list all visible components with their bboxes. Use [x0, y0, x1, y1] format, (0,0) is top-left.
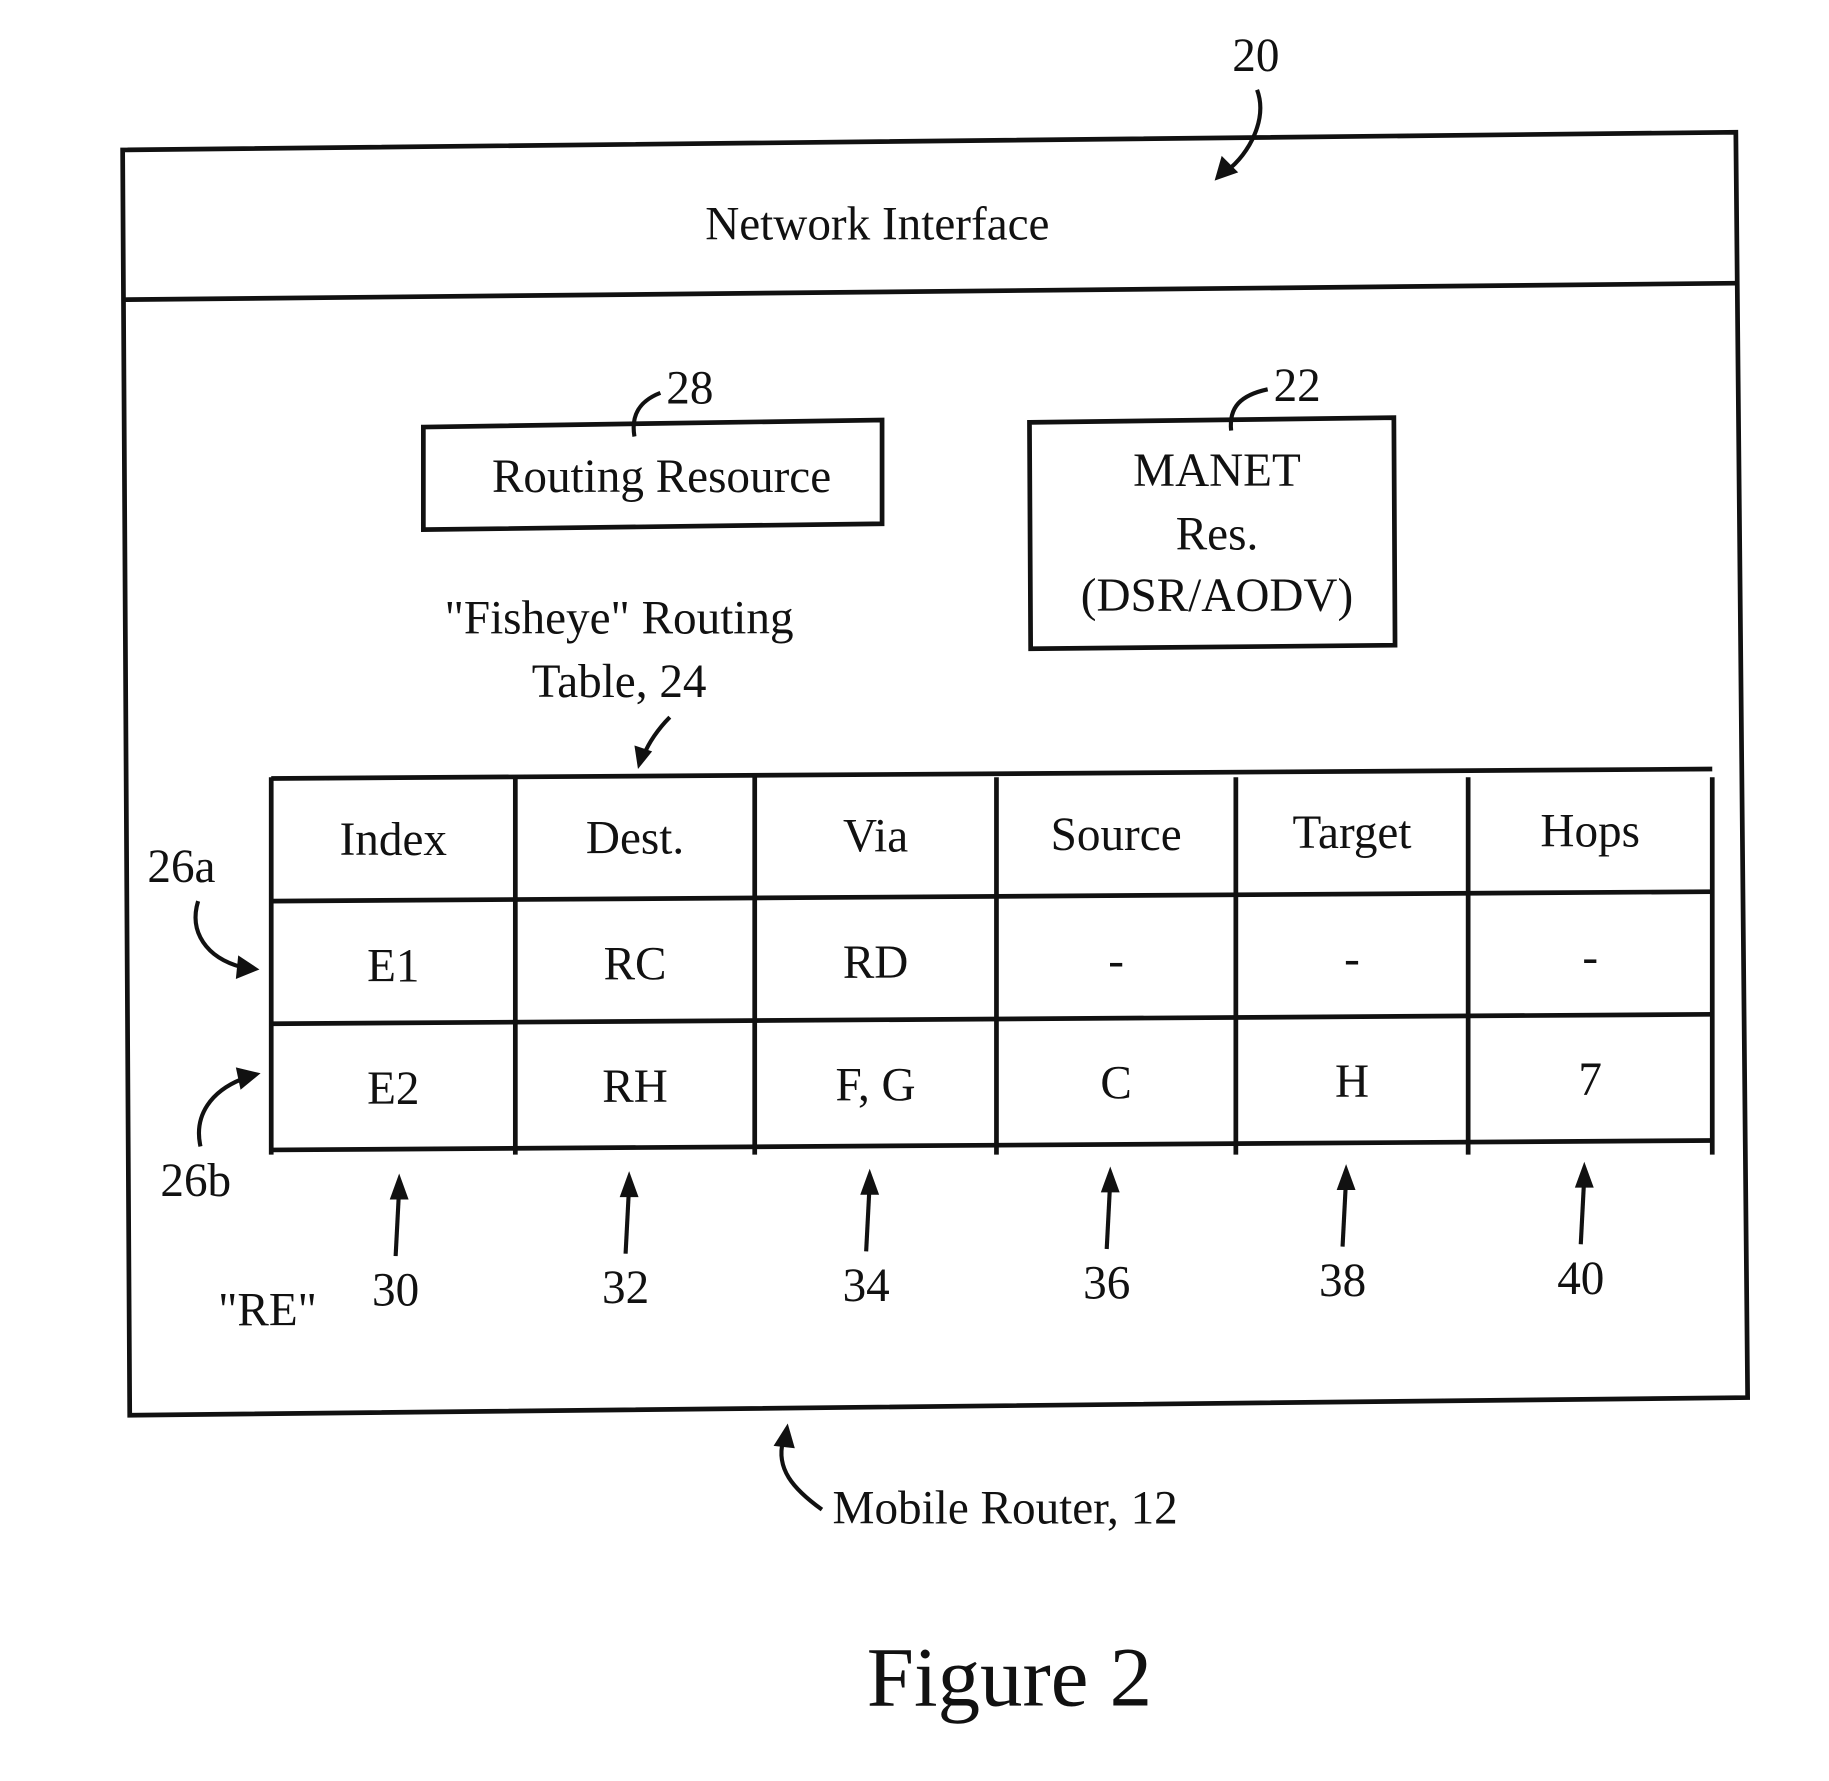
- routing-table-text: Index Dest. Via Source Target Hops E1 RC RD - - - E2…: [340, 805, 1640, 1115]
- ref-20-arrow: [1225, 89, 1263, 173]
- column-ref-arrowhead: [1574, 1161, 1594, 1188]
- table-hline: [271, 1138, 1713, 1153]
- manet-line-1: MANET: [1133, 445, 1301, 497]
- column-ref-label: 30: [372, 1265, 419, 1317]
- ref-28: 28: [666, 362, 713, 414]
- column-ref-arrowhead: [860, 1168, 880, 1195]
- routing-table-arrow: [641, 715, 672, 756]
- table-cell: C: [1100, 1058, 1131, 1110]
- column-ref-arrowhead: [619, 1171, 639, 1198]
- column-ref-arrowhead: [389, 1173, 409, 1200]
- table-cell: 7: [1578, 1054, 1602, 1106]
- ref-26a: 26a: [147, 841, 215, 893]
- table-hline: [271, 766, 1713, 781]
- table-header-cell: Hops: [1540, 805, 1640, 857]
- network-interface-label: Network Interface: [705, 199, 1049, 251]
- table-header-cell: Target: [1293, 807, 1412, 859]
- table-cell: -: [1344, 933, 1360, 985]
- ref-26a-arrowhead: [235, 955, 260, 979]
- mobile-router-arrowhead: [773, 1423, 795, 1449]
- ref-26a-arrow: [193, 900, 243, 970]
- mobile-router-label: Mobile Router, 12: [833, 1483, 1178, 1535]
- table-cell: H: [1335, 1056, 1369, 1108]
- table-cell: F, G: [836, 1059, 916, 1111]
- routing-table-arrowhead: [634, 745, 653, 770]
- table-cell: RC: [604, 939, 667, 991]
- routing-table-caption-2: Table, 24: [532, 656, 707, 708]
- table-cell: RH: [602, 1061, 668, 1113]
- ref-26b-arrow: [197, 1077, 243, 1147]
- table-header-cell: Via: [843, 811, 908, 863]
- manet-line-2: Res.: [1176, 509, 1259, 561]
- patent-figure: 20 Network Interface Routing Resource 28…: [120, 30, 1751, 1724]
- table-hline: [271, 1011, 1713, 1027]
- column-ref-label: 32: [602, 1262, 649, 1314]
- re-label: "RE": [218, 1285, 317, 1337]
- table-header-cell: Source: [1051, 809, 1182, 861]
- ref-22-leader: [1228, 387, 1269, 431]
- routing-table-caption-1: "Fisheye" Routing: [445, 592, 794, 644]
- ref-26b-arrowhead: [235, 1067, 261, 1090]
- column-ref-arrowhead: [1336, 1164, 1356, 1191]
- mobile-router-arrow: [779, 1440, 824, 1512]
- table-cell: E1: [367, 940, 419, 992]
- table-header-cell: Index: [340, 814, 447, 866]
- column-ref-label: 34: [843, 1260, 890, 1312]
- ref-22: 22: [1274, 360, 1321, 412]
- column-ref-label: 40: [1557, 1253, 1604, 1305]
- column-ref-label: 36: [1083, 1258, 1130, 1310]
- routing-table: [268, 766, 1715, 1155]
- figure-title: Figure 2: [867, 1630, 1152, 1724]
- column-reference-labels: 30 32 34 36 38 40: [372, 1161, 1604, 1317]
- table-hline: [271, 889, 1713, 904]
- network-interface-divider: [123, 280, 1736, 303]
- table-cell: E2: [367, 1063, 419, 1115]
- ref-26b: 26b: [160, 1155, 231, 1207]
- table-cell: -: [1108, 935, 1124, 987]
- ref-28-leader: [631, 390, 662, 437]
- ref-20: 20: [1232, 30, 1279, 82]
- ref-20-arrowhead: [1214, 155, 1239, 181]
- table-header-cell: Dest.: [586, 812, 684, 864]
- column-ref-label: 38: [1319, 1255, 1366, 1307]
- table-cell: -: [1582, 931, 1598, 983]
- manet-line-3: (DSR/AODV): [1081, 570, 1353, 622]
- column-ref-arrowhead: [1100, 1166, 1120, 1193]
- table-cell: RD: [843, 937, 909, 989]
- routing-resource-label: Routing Resource: [492, 451, 831, 503]
